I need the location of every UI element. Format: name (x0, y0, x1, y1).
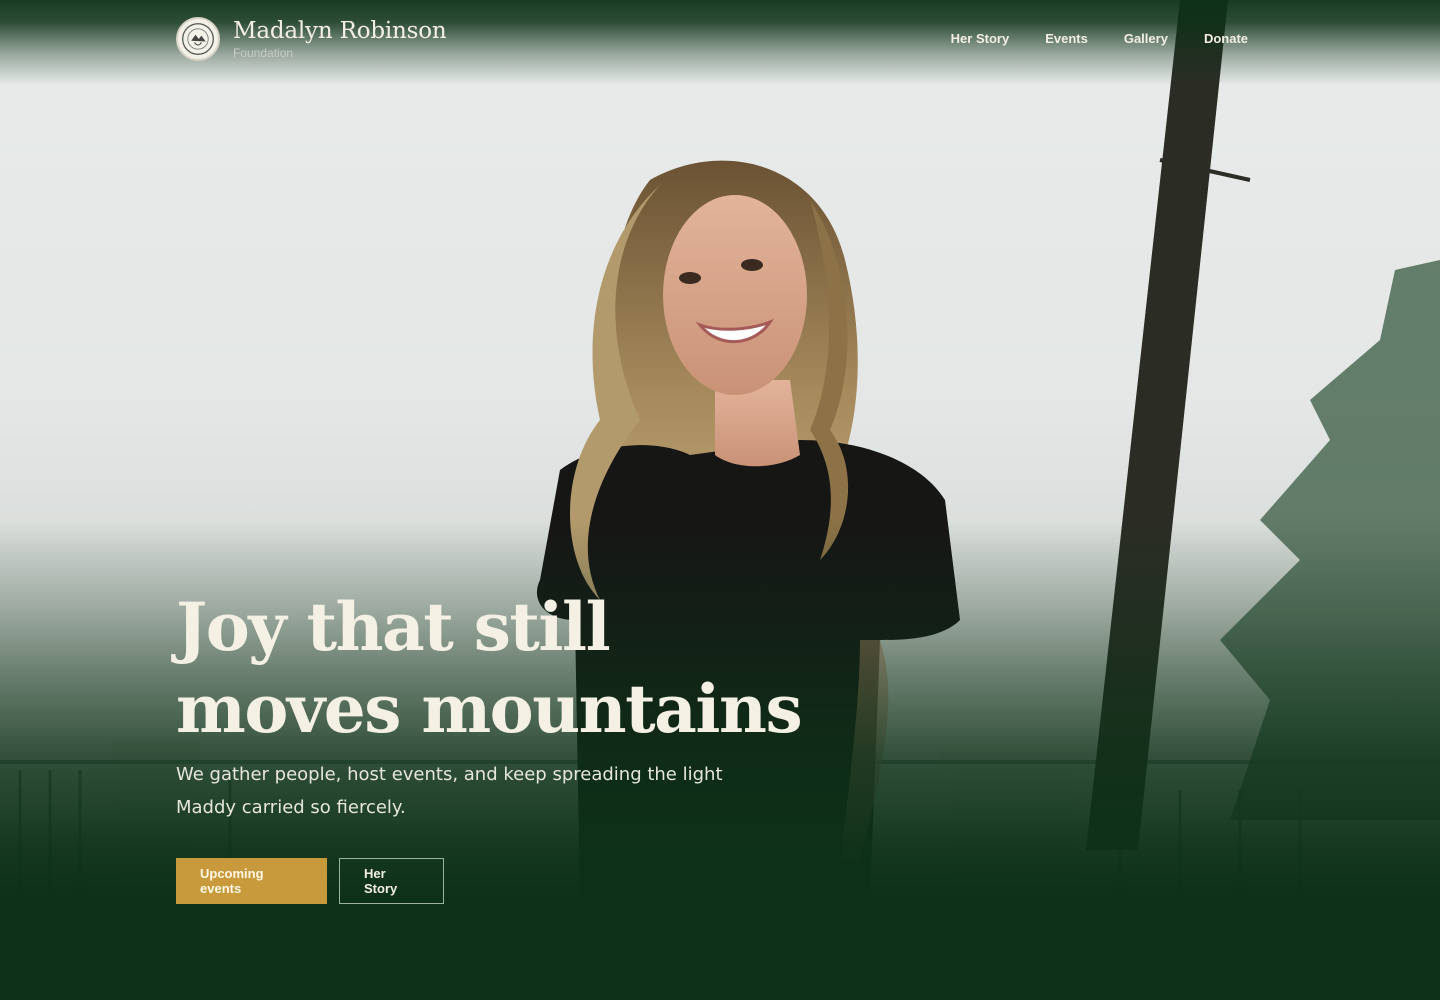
nav-gallery[interactable]: Gallery (1124, 31, 1168, 46)
main-nav: Her Story Events Gallery Donate (951, 31, 1248, 46)
brand-name: Madalyn Robinson (233, 18, 447, 44)
brand-subtitle: Foundation (233, 46, 294, 60)
hero-section (0, 0, 1440, 1000)
foundation-seal-icon (176, 17, 220, 61)
brand-link[interactable]: Madalyn Robinson Foundation (176, 17, 447, 61)
upcoming-events-button[interactable]: Upcoming events (176, 858, 327, 904)
hero-headline-line2: moves mountains (176, 670, 803, 748)
nav-donate[interactable]: Donate (1204, 31, 1248, 46)
hero-headline: Joy that still moves mountains (176, 586, 836, 750)
hero-subtext: We gather people, host events, and keep … (176, 764, 723, 818)
nav-events[interactable]: Events (1045, 31, 1088, 46)
hero-cta-group: Upcoming events Her Story (176, 858, 444, 904)
site-header: Madalyn Robinson Foundation Her Story Ev… (0, 0, 1440, 80)
hero-gradient-overlay (0, 0, 1440, 1000)
nav-her-story[interactable]: Her Story (951, 31, 1010, 46)
her-story-button[interactable]: Her Story (339, 858, 444, 904)
hero-headline-line1: Joy that still (176, 588, 611, 666)
